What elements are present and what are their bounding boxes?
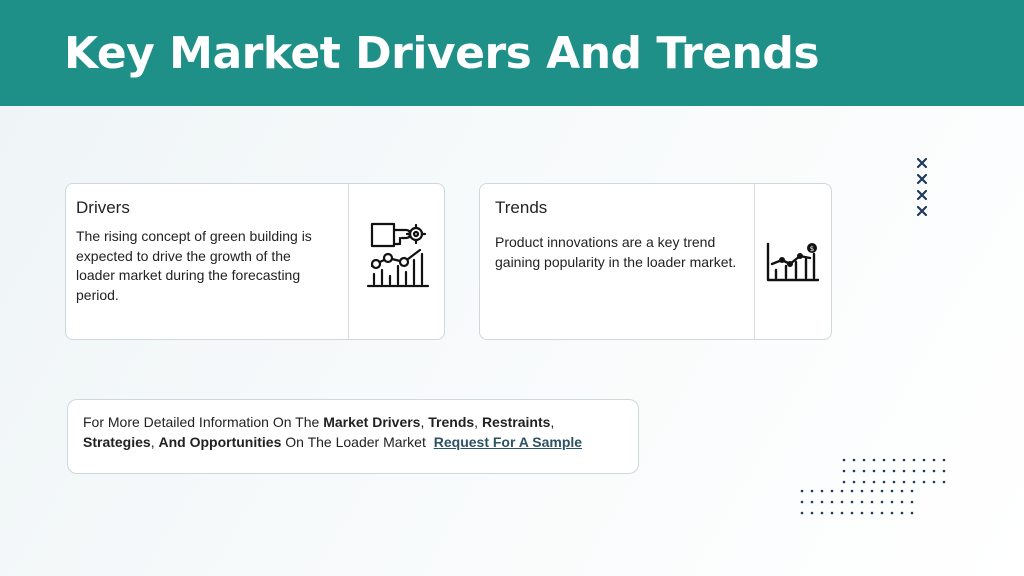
info-opportunities: And Opportunities	[158, 434, 282, 450]
trends-divider	[754, 184, 755, 339]
info-prefix: For More Detailed Information On The	[83, 414, 324, 430]
drivers-title: Drivers	[76, 198, 130, 217]
info-restraints: Restraints	[481, 414, 551, 430]
svg-text:$: $	[810, 245, 814, 253]
info-strategies: Strategies	[83, 434, 151, 450]
info-mid: On The Loader Market	[281, 434, 430, 450]
decorative-dot-grid	[798, 486, 922, 523]
decorative-cross-icons	[914, 155, 932, 224]
info-sep: ,	[550, 414, 555, 430]
header-banner: Key Market Drivers And Trends	[0, 0, 1024, 106]
info-text: For More Detailed Information On The Mar…	[83, 412, 628, 452]
drivers-divider	[348, 184, 349, 339]
trends-title: Trends	[495, 198, 548, 217]
growth-chart-icon: $	[766, 242, 820, 289]
info-box: For More Detailed Information On The Mar…	[67, 399, 639, 474]
request-sample-link[interactable]: Request For A Sample	[434, 434, 582, 450]
drivers-card: Drivers The rising concept of green buil…	[65, 183, 445, 340]
trends-card: Trends Product innovations are a key tre…	[479, 183, 832, 340]
page-title: Key Market Drivers And Trends	[64, 28, 820, 79]
info-trends: Trends	[428, 414, 475, 430]
green-building-gear-icon	[366, 220, 430, 293]
info-sep: ,	[474, 414, 482, 430]
trends-text: Product innovations are a key trend gain…	[495, 234, 737, 270]
info-market-drivers: Market Drivers	[323, 414, 421, 430]
drivers-text: The rising concept of green building is …	[76, 228, 312, 303]
